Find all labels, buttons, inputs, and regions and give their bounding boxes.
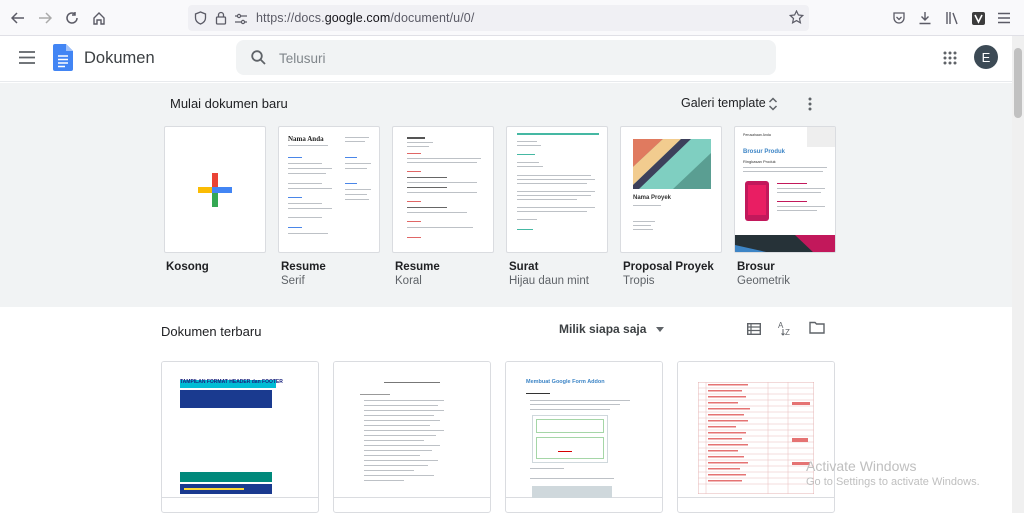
chevron-down-icon <box>655 327 664 333</box>
template-sub-proposal: Tropis <box>623 275 655 287</box>
template-sub-brochure: Geometrik <box>737 275 791 287</box>
template-name-resume-serif: Resume <box>281 261 326 273</box>
browser-toolbar: https://docs.google.com/document/u/0/ <box>0 0 1024 36</box>
recent-doc-card[interactable]: TAMPILAN FORMAT HEADER dan FOOTER <box>161 361 319 513</box>
folder-icon[interactable] <box>809 321 825 339</box>
doc-thumbnail: TAMPILAN FORMAT HEADER dan FOOTER <box>162 362 318 498</box>
permissions-icon[interactable] <box>234 12 248 30</box>
library-icon[interactable] <box>943 9 961 27</box>
docs-logo-icon[interactable] <box>53 44 73 76</box>
lock-icon[interactable] <box>215 11 227 30</box>
template-name-letter: Surat <box>509 261 539 273</box>
reload-icon[interactable] <box>62 8 82 28</box>
doc-thumb-heading: TAMPILAN FORMAT HEADER dan FOOTER <box>180 379 283 385</box>
template-resume-coral[interactable] <box>392 126 494 253</box>
template-name-proposal: Proposal Proyek <box>623 261 714 273</box>
pocket-icon[interactable] <box>890 9 908 27</box>
more-options-icon[interactable] <box>808 97 812 116</box>
recent-doc-card[interactable]: Membuat Google Form Addon <box>505 361 663 513</box>
doc-thumb-heading: Membuat Google Form Addon <box>526 379 605 385</box>
doc-thumbnail: Membuat Google Form Addon <box>506 362 662 498</box>
activate-windows-title: Activate Windows <box>806 458 917 474</box>
owner-filter-dropdown[interactable]: Milik siapa saja <box>559 322 664 336</box>
template-gallery: Mulai dokumen baru Galeri template Nama … <box>0 83 1012 307</box>
template-sub-letter: Hijau daun mint <box>509 275 589 287</box>
url-path: /document/u/0/ <box>390 11 475 25</box>
menu-icon[interactable] <box>995 9 1013 27</box>
apps-grid-icon[interactable] <box>943 51 957 70</box>
shield-icon[interactable] <box>194 11 207 30</box>
thumb-brochure-subtitle: Ringkasan Produk <box>743 159 776 164</box>
template-name-brochure: Brosur <box>737 261 775 273</box>
address-bar[interactable]: https://docs.google.com/document/u/0/ <box>188 5 809 31</box>
recent-doc-card[interactable] <box>677 361 835 513</box>
thumb-resume-name: Nama Anda <box>288 135 324 143</box>
extension-icon[interactable] <box>969 9 987 27</box>
template-section-title: Mulai dokumen baru <box>170 96 288 111</box>
search-input[interactable]: Telusuri <box>279 51 326 66</box>
bookmark-star-icon[interactable] <box>788 9 805 30</box>
template-name-blank: Kosong <box>166 261 209 273</box>
template-sub-resume-coral: Koral <box>395 275 422 287</box>
doc-thumb-table <box>698 382 814 494</box>
url-prefix: https://docs. <box>256 11 325 25</box>
activate-windows-subtitle: Go to Settings to activate Windows. <box>806 476 980 488</box>
thumb-proposal-art <box>633 139 711 189</box>
download-icon[interactable] <box>916 9 934 27</box>
page-scrollbar[interactable] <box>1012 36 1024 513</box>
app-header: Dokumen Telusuri E <box>0 36 1012 82</box>
forward-icon[interactable] <box>35 8 55 28</box>
thumb-brochure-footer <box>735 235 835 252</box>
template-brochure-geometric[interactable]: Perusahaan Anda Brosur Produk Ringkasan … <box>734 126 836 253</box>
doc-thumbnail <box>334 362 490 498</box>
template-letter-mint[interactable] <box>506 126 608 253</box>
thumb-proposal-title: Nama Proyek <box>633 195 672 201</box>
template-name-resume-coral: Resume <box>395 261 440 273</box>
expand-collapse-icon[interactable] <box>768 97 778 116</box>
scrollbar-thumb[interactable] <box>1014 48 1022 118</box>
back-icon[interactable] <box>8 8 28 28</box>
sort-az-icon[interactable]: AZ <box>778 320 794 341</box>
url-domain: google.com <box>324 11 391 25</box>
avatar[interactable]: E <box>974 45 998 69</box>
app-name[interactable]: Dokumen <box>84 49 155 68</box>
thumb-brochure-title: Brosur Produk <box>743 149 786 155</box>
search-icon[interactable] <box>251 50 266 70</box>
template-resume-serif[interactable]: Nama Anda <box>278 126 380 253</box>
url-text: https://docs.google.com/document/u/0/ <box>256 11 474 25</box>
template-blank[interactable] <box>164 126 266 253</box>
list-view-icon[interactable] <box>746 322 762 340</box>
main-menu-icon[interactable] <box>19 51 35 69</box>
template-sub-resume-serif: Serif <box>281 275 305 287</box>
template-gallery-button[interactable]: Galeri template <box>681 96 766 110</box>
recent-doc-card[interactable] <box>333 361 491 513</box>
recent-section-title: Dokumen terbaru <box>161 324 262 339</box>
template-proposal-tropical[interactable]: Nama Proyek <box>620 126 722 253</box>
owner-filter-label: Milik siapa saja <box>559 322 647 336</box>
plus-icon <box>198 173 232 207</box>
svg-text:A: A <box>778 321 784 330</box>
home-icon[interactable] <box>89 8 109 28</box>
svg-text:Z: Z <box>785 328 790 336</box>
search-box[interactable]: Telusuri <box>236 40 776 75</box>
thumb-brochure-company: Perusahaan Anda <box>743 133 771 137</box>
